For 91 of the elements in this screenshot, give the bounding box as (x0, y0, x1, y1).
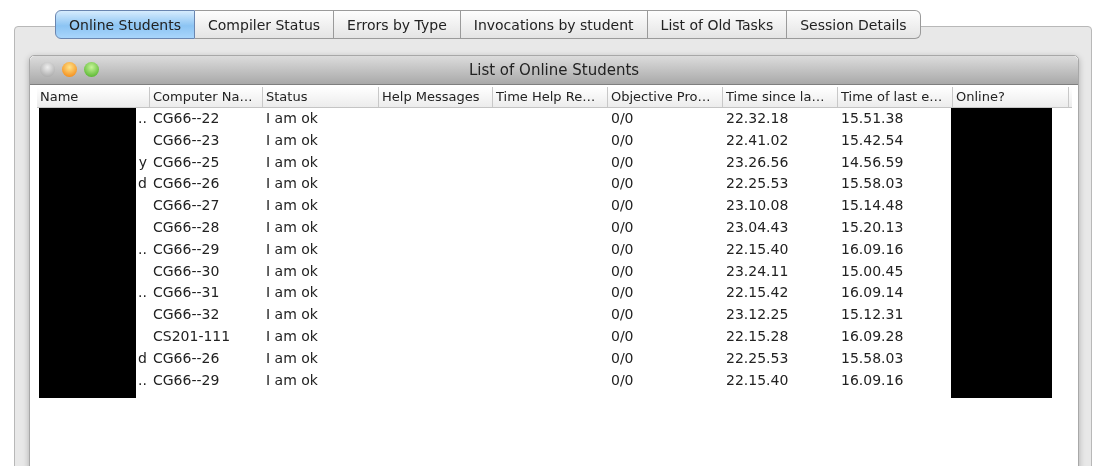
table-cell: I am ok (266, 371, 318, 388)
table-cell: 0/0 (611, 262, 634, 279)
table-cell: I am ok (266, 131, 318, 148)
table-cell: I am ok (266, 327, 318, 344)
table-cell: CG66--30 (153, 262, 220, 279)
table-cell: CG66--27 (153, 197, 220, 214)
tab[interactable]: Compiler Status (195, 10, 335, 39)
table-cell: 14.56.59 (841, 153, 904, 170)
table-cell: 0/0 (611, 175, 634, 192)
table-cell: d (138, 175, 147, 192)
table-cell: 16.09.16 (841, 371, 904, 388)
table-cell: .. (138, 110, 147, 126)
column-header[interactable]: Time of last e… (838, 87, 953, 107)
table-cell: 0/0 (611, 110, 634, 126)
table-cell: CG66--22 (153, 110, 220, 126)
table-cell: I am ok (266, 219, 318, 235)
table-cell: 15.58.03 (841, 175, 904, 192)
column-header[interactable]: Objective Pro… (608, 87, 723, 107)
tab[interactable]: Invocations by student (460, 10, 648, 39)
table-cell: 15.20.13 (841, 219, 904, 235)
table-cell: 15.14.48 (841, 197, 904, 214)
zoom-icon[interactable] (84, 62, 99, 77)
table-cell: 0/0 (611, 371, 634, 388)
table-cell: 15.00.45 (841, 262, 904, 279)
table-cell: CS201-111 (153, 327, 231, 344)
table-cell: CG66--32 (153, 306, 220, 323)
table-cell: I am ok (266, 284, 318, 301)
window-title: List of Online Students (468, 61, 640, 79)
table-cell: CG66--23 (153, 131, 220, 148)
table-cell: d (138, 349, 147, 366)
table-cell: CG66--29 (153, 240, 220, 257)
table-cell: I am ok (266, 175, 318, 192)
column-header[interactable]: Help Messages (379, 87, 493, 107)
table-cell: 16.09.16 (841, 240, 904, 257)
table-cell: 15.42.54 (841, 131, 904, 148)
column-header[interactable]: Status (263, 87, 379, 107)
table-cell: 23.26.56 (726, 153, 789, 170)
table-cell: I am ok (266, 349, 318, 366)
table-cell: 22.25.53 (726, 175, 789, 192)
table-cell: 22.15.40 (726, 240, 789, 257)
table-cell: 22.25.53 (726, 349, 789, 366)
tab[interactable]: List of Old Tasks (647, 10, 788, 39)
table-cell: CG66--28 (153, 219, 220, 235)
column-header[interactable]: Time Help Re… (493, 87, 608, 107)
table-cell: 23.10.08 (726, 197, 789, 214)
table-cell: CG66--31 (153, 284, 220, 301)
table-cell: 22.32.18 (726, 110, 789, 126)
minimize-icon[interactable] (62, 62, 77, 77)
table-cell: 0/0 (611, 327, 634, 344)
column-header[interactable]: Online? (953, 87, 1069, 107)
table-cell: y (138, 153, 147, 170)
table-cell: I am ok (266, 306, 318, 323)
table-cell: 16.09.14 (841, 284, 904, 301)
table-cell: .. (138, 371, 147, 388)
table-cell: 23.04.43 (726, 219, 789, 235)
column-header[interactable]: Computer Na… (150, 87, 263, 107)
table-cell: I am ok (266, 262, 318, 279)
column-header[interactable]: Name (37, 87, 150, 107)
table-cell: I am ok (266, 240, 318, 257)
table-cell: 0/0 (611, 240, 634, 257)
table-cell: 16.09.28 (841, 327, 904, 344)
table-cell: 0/0 (611, 153, 634, 170)
table-cell: CG66--26 (153, 175, 220, 192)
table-cell: 0/0 (611, 197, 634, 214)
table-cell: CG66--25 (153, 153, 220, 170)
table-cell: 23.12.25 (726, 306, 789, 323)
table-cell: 0/0 (611, 131, 634, 148)
table-cell: 22.15.40 (726, 371, 789, 388)
column-header[interactable]: Time since la… (723, 87, 838, 107)
table-cell: 15.58.03 (841, 349, 904, 366)
table-cell: 0/0 (611, 349, 634, 366)
table-cell: CG66--29 (153, 371, 220, 388)
table-cell: 0/0 (611, 284, 634, 301)
table-cell: I am ok (266, 153, 318, 170)
table-cell: 22.15.42 (726, 284, 789, 301)
table-cell: 22.41.02 (726, 131, 789, 148)
table-cell: I am ok (266, 197, 318, 214)
close-icon[interactable] (40, 62, 55, 77)
table-cell: 15.51.38 (841, 110, 904, 126)
table-cell: 0/0 (611, 306, 634, 323)
table-cell: 0/0 (611, 219, 634, 235)
table-cell: I am ok (266, 110, 318, 126)
tab[interactable]: Online Students (55, 10, 195, 39)
table-cell: CG66--26 (153, 349, 220, 366)
table-cell: 22.15.28 (726, 327, 789, 344)
tab[interactable]: Errors by Type (334, 10, 461, 39)
tab[interactable]: Session Details (787, 10, 921, 39)
table-cell: 23.24.11 (726, 262, 789, 279)
table-cell: 15.12.31 (841, 306, 904, 323)
table-cell: .. (138, 284, 147, 301)
table-cell: .. (138, 240, 147, 257)
